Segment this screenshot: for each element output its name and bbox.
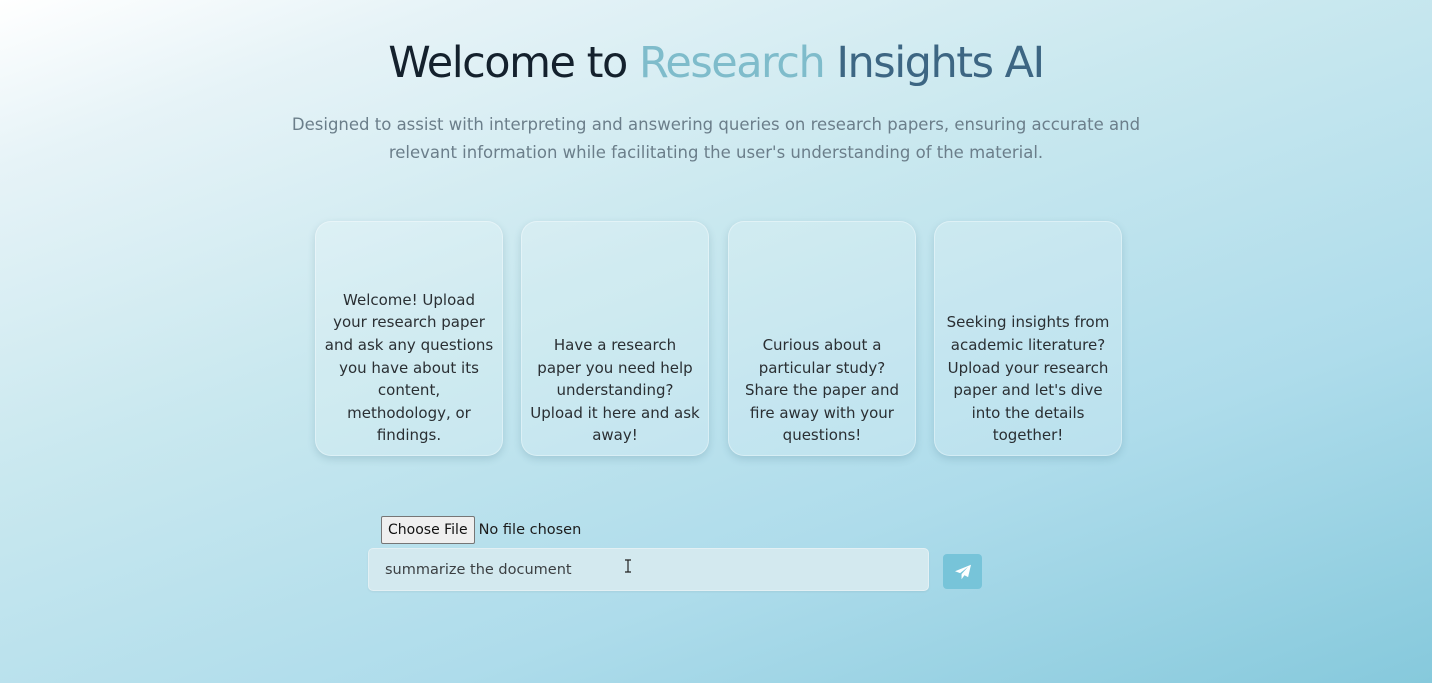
suggestion-card[interactable]: Welcome! Upload your research paper and …: [315, 221, 503, 456]
page-subtitle: Designed to assist with interpreting and…: [291, 115, 1141, 162]
suggestion-card-text: Welcome! Upload your research paper and …: [324, 290, 494, 445]
send-button[interactable]: [943, 554, 982, 589]
title-prefix: Welcome to: [388, 38, 639, 88]
suggestion-card-text: Curious about a particular study? Share …: [744, 336, 900, 445]
choose-file-button[interactable]: Choose File: [381, 516, 475, 544]
file-status-text: No file chosen: [478, 522, 582, 538]
file-upload: Choose File No file chosen: [381, 516, 581, 544]
title-highlight-research: Research: [638, 38, 826, 88]
suggestion-card-text: Seeking insights from academic literatur…: [946, 313, 1110, 445]
query-input[interactable]: [368, 548, 929, 591]
page-title: Welcome to Research Insights AI: [0, 38, 1432, 88]
suggestion-card[interactable]: Seeking insights from academic literatur…: [934, 221, 1122, 456]
suggestion-card[interactable]: Have a research paper you need help unde…: [521, 221, 709, 456]
title-highlight-insights: Insights AI: [836, 38, 1045, 88]
suggestion-card[interactable]: Curious about a particular study? Share …: [728, 221, 916, 456]
paper-plane-icon: [954, 564, 971, 579]
suggestion-card-text: Have a research paper you need help unde…: [530, 336, 700, 445]
text-cursor-icon: [625, 559, 631, 573]
